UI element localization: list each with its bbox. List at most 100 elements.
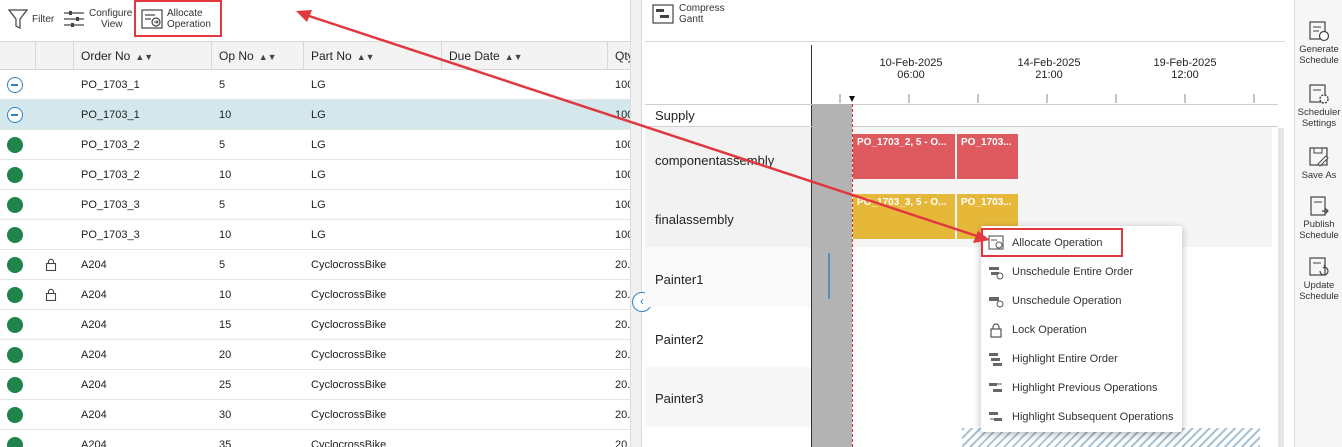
order-no-header[interactable]: Order No ▲▼ [73,42,211,70]
part-no-cell: CyclocrossBike [311,319,387,331]
gantt-bar-operation[interactable]: PO_1703_3, 5 - O... [853,194,955,239]
order-no-cell: A204 [81,349,107,361]
table-row[interactable]: PO_1703_3 10 LG 100 [0,220,630,250]
resource-label-painter2: Painter2 [655,332,704,347]
configure-view-button[interactable]: Configure View [63,3,132,35]
publish-label: Publish [1303,219,1335,230]
right-action-rail: Generate Schedule Scheduler Settings Sav… [1294,0,1342,447]
table-row[interactable]: A204 10 CyclocrossBike 20. [0,280,630,310]
op-no-cell: 10 [219,229,232,241]
table-row[interactable]: A204 35 CyclocrossBike 20. [0,430,630,447]
order-no-cell: A204 [81,379,107,391]
order-no-cell: A204 [81,409,107,421]
op-no-header[interactable]: Op No ▲▼ [211,42,303,70]
menu-item-highlight-subsequent-operations[interactable]: Highlight Subsequent Operations [981,402,1182,431]
part-no-cell: LG [311,79,326,91]
menu-item-lock-operation[interactable]: Lock Operation [981,315,1182,344]
status-indicator-icon [7,77,23,93]
filter-button[interactable]: Filter [8,3,54,35]
gantt-bar-operation[interactable]: PO_1703... [957,134,1018,179]
table-row[interactable]: PO_1703_3 5 LG 100 [0,190,630,220]
op-no-cell: 15 [219,319,232,331]
qty-cell: 20. [615,379,630,391]
qty-header[interactable]: Qty [607,42,630,70]
pane-splitter[interactable] [630,0,642,447]
table-row[interactable]: PO_1703_2 5 LG 100 [0,130,630,160]
menu-item-highlight-entire-order[interactable]: Highlight Entire Order [981,344,1182,373]
timescale-tick-2: 14-Feb-2025 21:00 [1014,57,1084,81]
status-indicator-icon [7,347,23,363]
gantt-bar-operation[interactable]: PO_1703_2, 5 - O... [853,134,955,179]
table-row[interactable]: PO_1703_1 10 LG 100 [0,100,630,130]
table-row[interactable]: A204 20 CyclocrossBike 20. [0,340,630,370]
table-row[interactable]: A204 5 CyclocrossBike 20. [0,250,630,280]
qty-cell: 20. [615,439,630,447]
part-no-cell: LG [311,199,326,211]
generate-label: Generate [1299,44,1339,55]
allocate-operation-icon [141,8,163,29]
order-no-header-label: Order No [81,49,131,63]
table-row[interactable]: A204 25 CyclocrossBike 20. [0,370,630,400]
non-working-period [812,104,852,447]
order-no-cell: PO_1703_2 [81,139,140,151]
order-no-cell: PO_1703_3 [81,199,140,211]
compress-label: Compress [679,3,725,14]
allocate-label: Allocate [167,7,203,19]
part-no-cell: LG [311,139,326,151]
status-indicator-icon [7,107,23,123]
order-no-cell: PO_1703_1 [81,109,140,121]
allocate-operation-button[interactable]: Allocate Operation [134,0,222,37]
due-date-header[interactable]: Due Date ▲▼ [441,42,607,70]
status-indicator-icon [7,167,23,183]
gantt-scrollbar[interactable] [1278,128,1284,447]
table-row[interactable]: PO_1703_2 10 LG 100 [0,160,630,190]
orders-grid: Order No ▲▼ Op No ▲▼ Part No ▲▼ Due Date ▲▼ … [0,41,630,447]
menu-item-unschedule-entire-order[interactable]: Unschedule Entire Order [981,257,1182,286]
save-as-icon [1309,147,1329,167]
generate-schedule-button[interactable]: Generate Schedule [1295,20,1342,66]
menu-item-unschedule-operation[interactable]: Unschedule Operation [981,286,1182,315]
sliders-icon [64,11,84,27]
view-label: View [101,19,123,30]
timescale-ticks [839,94,1255,103]
timescale-time: 21:00 [1035,69,1063,81]
table-row[interactable]: A204 30 CyclocrossBike 20. [0,400,630,430]
qty-cell: 100 [615,169,630,181]
scheduler-label: Scheduler [1297,107,1341,118]
part-no-header[interactable]: Part No ▲▼ [303,42,441,70]
menu-item-allocate-operation[interactable]: Allocate Operation [981,228,1123,257]
part-no-cell: CyclocrossBike [311,409,387,421]
qty-cell: 20. [615,409,630,421]
table-row[interactable]: A204 15 CyclocrossBike 20. [0,310,630,340]
part-no-cell: CyclocrossBike [311,379,387,391]
qty-cell: 20. [615,349,630,361]
qty-cell: 20. [615,289,630,301]
lock-icon [45,258,57,272]
context-menu: Allocate Operation Unschedule Entire Ord… [981,226,1182,432]
highlight-previous-icon [989,382,1002,392]
status-indicator-icon [7,137,23,153]
due-date-header-label: Due Date [449,49,500,63]
status-indicator-icon [7,287,23,303]
qty-cell: 20. [615,319,630,331]
unschedule-operation-icon [989,296,1004,307]
compress-gantt-button[interactable]: Compress Gantt [652,3,725,25]
configure-label: Configure [89,8,133,19]
save-as-button[interactable]: Save As [1295,146,1342,181]
menu-item-highlight-previous-operations[interactable]: Highlight Previous Operations [981,373,1182,402]
operation-label: Operation [167,18,211,30]
order-no-cell: A204 [81,289,107,301]
op-no-cell: 10 [219,169,232,181]
publish-schedule-button[interactable]: Publish Schedule [1295,195,1342,241]
timescale-date: 10-Feb-2025 [879,57,943,69]
table-row[interactable]: PO_1703_1 5 LG 100 [0,70,630,100]
menu-item-label: Unschedule Operation [1012,294,1122,307]
order-no-cell: PO_1703_2 [81,169,140,181]
lock-column-header [35,42,73,70]
menu-item-label: Allocate Operation [1012,236,1103,249]
menu-item-label: Unschedule Entire Order [1012,265,1134,278]
scheduler-settings-button[interactable]: Scheduler Settings [1295,83,1342,129]
update-schedule-button[interactable]: Update Schedule [1295,256,1342,302]
supply-top-border [645,104,1278,105]
order-no-cell: A204 [81,259,107,271]
